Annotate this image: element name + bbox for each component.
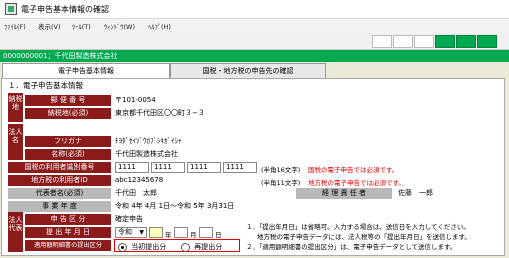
- chihouzei-id-note: (半角11文字): [261, 179, 301, 187]
- radio-initial-circle[interactable]: [118, 242, 127, 252]
- group-nouzeichi: 納税地: [8, 93, 23, 122]
- fiscal-year-value: 令和 4年 4月 1日～令和 5年 3月31日: [115, 201, 315, 212]
- menu-tools[interactable]: ﾂｰﾙ(T): [72, 21, 91, 31]
- section-title: １．電子申告基本情報: [8, 81, 83, 90]
- day-unit: 日: [215, 231, 222, 239]
- disclosure-radio-group: 当初提出分 再提出分: [114, 239, 240, 252]
- company-bar: 0000000001；千代田製造株式会社: [0, 50, 509, 62]
- note-2: 地方税の電子申告データには、法人税等の「提出年月日」を送信します。: [257, 233, 471, 241]
- kokuzei-id-field-2[interactable]: 1111: [151, 162, 185, 173]
- representative-value[interactable]: 千代田 太郎: [115, 188, 235, 199]
- toolbar-button-6[interactable]: [477, 35, 497, 48]
- month-input[interactable]: [174, 227, 188, 238]
- postal-value[interactable]: 〒101-0054: [115, 95, 215, 106]
- menu-window[interactable]: ｳｨﾝﾄﾞｳ(W): [104, 21, 135, 31]
- radio-resubmit[interactable]: 再提出分: [181, 242, 222, 252]
- chihouzei-id-value[interactable]: abc12345678: [115, 175, 205, 186]
- note-1: １．「提出年月日」は省略可。入力する場合は、送信日を入力してください。: [246, 223, 470, 231]
- toolbar-button-3[interactable]: [414, 35, 434, 48]
- menu-view[interactable]: 表示(V): [38, 21, 61, 31]
- chihouzei-id-label: 地方税の利用者ID: [8, 175, 111, 186]
- postal-label: 郵 便 番 号: [25, 95, 111, 106]
- year-input[interactable]: [149, 227, 163, 238]
- group-houjin-daihyo-label: 法人代表: [8, 216, 23, 232]
- disclosure-label: 適用額明細書の提出区分: [25, 240, 111, 251]
- radio-resubmit-label: 再提出分: [194, 243, 223, 251]
- filing-date-label: 提 出 年 月 日: [25, 227, 111, 238]
- era-select[interactable]: 令和 ▼: [115, 227, 147, 238]
- radio-resubmit-circle[interactable]: [181, 242, 190, 252]
- day-input[interactable]: [199, 227, 213, 238]
- furigana-label: フリガナ: [25, 136, 111, 147]
- group-houjin-label: 法人名: [8, 128, 23, 144]
- address-value[interactable]: 東京都千代田区〇〇町３−３: [115, 108, 495, 119]
- name-value[interactable]: 千代田製造株式会社: [115, 149, 495, 160]
- chihouzei-id-warning: 地方税の電子申告では必須です。: [308, 179, 405, 187]
- toolbar-button-4[interactable]: [435, 35, 455, 48]
- group-nouzeichi-label: 納税地: [8, 95, 23, 111]
- toolbar-button-2[interactable]: [393, 35, 413, 48]
- era-value: 令和: [118, 228, 132, 236]
- toolbar-button-5[interactable]: [456, 35, 476, 48]
- tab-filing-destination[interactable]: 国税・地方税の申告先の確認: [170, 63, 326, 78]
- tab-basic-info[interactable]: 電子申告基本情報: [2, 63, 170, 78]
- month-unit: 月: [190, 231, 197, 239]
- menu-help[interactable]: ﾍﾙﾌﾟ(H): [148, 21, 171, 31]
- toolbar-button-1[interactable]: [372, 35, 392, 48]
- accountant-value[interactable]: 佐藤 一郎: [398, 188, 488, 199]
- group-houjin: 法人名: [8, 124, 23, 160]
- kokuzei-id-label: 国税の利用者識別番号: [8, 162, 111, 173]
- kokuzei-id-field-1[interactable]: 1111: [115, 162, 149, 173]
- title-bar: 電子申告基本情報の確認: [0, 0, 509, 19]
- name-label: 名称(必須): [25, 149, 111, 160]
- kokuzei-id-note: (半角16文字): [261, 166, 301, 174]
- app-icon: [5, 3, 17, 15]
- address-label: 納税地(必須): [25, 108, 111, 119]
- toolbar: [0, 33, 509, 50]
- representative-label: 代表者名(必須): [8, 188, 111, 199]
- filing-type-value: 確定申告: [115, 214, 215, 225]
- kokuzei-id-warning: 国税の電子申告では必須です。: [308, 166, 399, 174]
- radio-initial[interactable]: 当初提出分: [118, 242, 166, 252]
- menu-file[interactable]: ﾌｧｲﾙ(F): [4, 21, 26, 31]
- note-3: ２．「適用額明細書の提出区分」は、電子申告データとして送信します。: [246, 243, 457, 251]
- window-title: 電子申告基本情報の確認: [21, 5, 109, 14]
- accountant-label: 経 理 責 任 者: [296, 188, 392, 199]
- chevron-down-icon: ▼: [139, 229, 144, 236]
- filing-type-label: 申 告 区 分: [25, 214, 111, 225]
- kokuzei-id-field-3[interactable]: 1111: [187, 162, 221, 173]
- kokuzei-id-field-4[interactable]: 1111: [223, 162, 257, 173]
- group-houjin-daihyo: 法人代表: [8, 212, 23, 252]
- menu-bar: ﾌｧｲﾙ(F) 表示(V) ﾂｰﾙ(T) ｳｨﾝﾄﾞｳ(W) ﾍﾙﾌﾟ(H): [0, 19, 509, 33]
- fiscal-year-label: 事 業 年 度: [8, 201, 111, 212]
- radio-initial-label: 当初提出分: [131, 243, 167, 251]
- year-unit: 年: [165, 231, 172, 239]
- furigana-value[interactable]: ﾁﾖﾀﾞｾｲｿﾞｳｶﾌﾞｼｷｶﾞｲｼｬ: [115, 136, 495, 147]
